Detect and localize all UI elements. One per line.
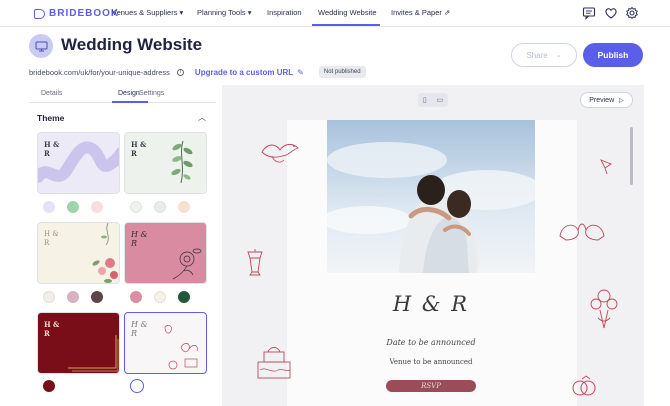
wedding-venue-text: Venue to be announced <box>389 358 473 366</box>
color-swatch[interactable] <box>43 380 55 392</box>
chevron-up-icon[interactable]: ︿ <box>198 112 206 123</box>
wedding-date-text: Date to be announced <box>386 338 476 347</box>
nav-inspiration[interactable]: Inspiration <box>267 8 302 17</box>
preview-scrollbar[interactable] <box>630 127 633 185</box>
desktop-view-icon[interactable]: ▭ <box>436 96 443 104</box>
logo-icon <box>34 8 45 19</box>
frame-decoration <box>68 335 119 372</box>
lantern-doodle-icon <box>247 249 263 276</box>
couple-names: H & R <box>392 292 470 316</box>
brand-logo[interactable]: BRIDEBOOK <box>34 8 119 19</box>
device-toggle[interactable]: ▯ ▭ <box>418 93 448 107</box>
tab-details[interactable]: Details <box>41 90 62 97</box>
design-tabs: Details Design Settings <box>29 86 216 103</box>
share-label: Share <box>526 50 548 60</box>
mobile-view-icon[interactable]: ▯ <box>423 96 427 104</box>
color-swatch[interactable] <box>178 201 190 213</box>
bouquet-doodle-icon <box>590 289 618 329</box>
preview-button[interactable]: Preview ▷ <box>580 92 633 108</box>
status-badge: Not published <box>318 66 366 78</box>
theme-card-floral-cream[interactable]: H & R <box>37 222 120 284</box>
monitor-icon <box>35 41 47 51</box>
nav-invites-paper[interactable]: Invites & Paper ⇗ <box>391 8 450 17</box>
doodle-decoration <box>164 325 198 370</box>
brand-name: BRIDEBOOK <box>49 8 120 19</box>
message-icon[interactable] <box>582 6 596 20</box>
color-swatch[interactable] <box>91 201 103 213</box>
swans-doodle-icon <box>559 223 605 241</box>
share-button[interactable]: Share ⌄ <box>511 43 577 67</box>
page-title: Wedding Website <box>61 35 203 54</box>
nav-wedding-website[interactable]: Wedding Website <box>318 8 377 17</box>
tab-settings[interactable]: Settings <box>139 90 164 97</box>
rings-doodle-icon <box>572 375 596 396</box>
color-swatch[interactable] <box>130 201 142 213</box>
upgrade-url-link[interactable]: Upgrade to a custom URL <box>195 68 293 77</box>
couple-photo <box>327 120 535 273</box>
rsvp-button[interactable]: RSVP <box>386 380 476 392</box>
play-icon: ▷ <box>619 97 624 104</box>
flower-doodle-icon <box>600 159 612 175</box>
website-url-row: bridebook.com/uk/for/your-unique-address… <box>29 66 366 78</box>
tab-design[interactable]: Design <box>118 90 140 97</box>
color-swatch[interactable] <box>130 291 142 303</box>
top-nav: BRIDEBOOK Venues & Suppliers ▾ Planning … <box>0 0 670 27</box>
color-swatch[interactable] <box>154 201 166 213</box>
heart-icon[interactable] <box>604 6 618 20</box>
cake-doodle-icon <box>257 347 291 379</box>
color-swatch[interactable] <box>67 291 79 303</box>
color-swatch[interactable] <box>178 291 190 303</box>
preview-label: Preview <box>589 96 615 104</box>
leaf-decoration <box>171 140 193 184</box>
info-icon[interactable]: i <box>176 68 184 76</box>
theme-card-lavender[interactable]: H & R <box>37 132 120 194</box>
theme-card-botanical[interactable]: H & R <box>124 132 207 194</box>
color-swatch-selected[interactable] <box>130 379 144 393</box>
color-swatch[interactable] <box>154 291 166 303</box>
color-swatch[interactable] <box>43 291 55 303</box>
settings-icon[interactable] <box>625 6 639 20</box>
website-avatar <box>29 34 53 58</box>
roses-decoration <box>92 223 118 283</box>
line-flower-decoration <box>172 248 202 280</box>
website-url: bridebook.com/uk/for/your-unique-address <box>29 67 170 77</box>
color-swatch[interactable] <box>91 291 103 303</box>
chevron-down-icon: ⌄ <box>555 52 562 59</box>
theme-monogram: H & R <box>44 140 60 158</box>
edit-pencil-icon[interactable]: ✎ <box>297 68 304 77</box>
theme-card-doodle-selected[interactable]: H & R <box>124 312 207 374</box>
nav-venues-suppliers[interactable]: Venues & Suppliers ▾ <box>112 8 183 17</box>
birds-doodle-icon <box>261 143 299 163</box>
theme-section-title: Theme <box>37 113 65 123</box>
nav-planning-tools[interactable]: Planning Tools ▾ <box>197 8 252 17</box>
nav-active-indicator <box>312 24 380 26</box>
tab-active-indicator <box>112 101 148 103</box>
theme-card-burgundy[interactable]: H & R <box>37 312 120 374</box>
color-swatch[interactable] <box>43 201 55 213</box>
theme-card-pink-roses[interactable]: H & R <box>124 222 207 284</box>
publish-button[interactable]: Publish <box>583 43 643 67</box>
color-swatch[interactable] <box>67 201 79 213</box>
